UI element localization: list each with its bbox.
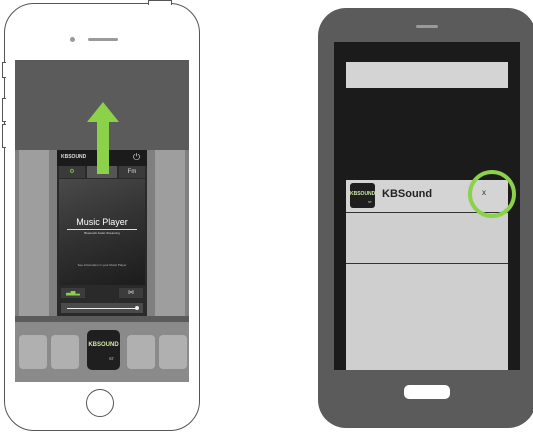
android-home-button[interactable]: [404, 385, 450, 399]
iphone-home-button[interactable]: [86, 389, 114, 417]
iphone-power-button: [148, 0, 172, 5]
notification-header-bar: [346, 62, 508, 88]
equalizer-button[interactable]: ▃▅▂: [61, 288, 85, 298]
volume-track: [67, 308, 137, 309]
notification-title: KBSound: [382, 188, 433, 200]
music-player-title: Music Player: [76, 217, 128, 227]
app-icon-sub: ST: [109, 356, 115, 361]
dock-app-4[interactable]: [127, 335, 155, 369]
iphone-screen: KBSOUND ⏻ ⚙ Fm Music Player Bluetooth Au…: [15, 60, 189, 382]
swipe-up-arrow-icon: [87, 102, 119, 122]
iphone-volume-down: [2, 124, 6, 148]
notification-icon-label: KBSOUND: [350, 191, 375, 197]
app-card-right[interactable]: [155, 150, 185, 316]
notification-icon-sub: ST: [368, 200, 372, 204]
close-button-highlight-circle: [468, 170, 516, 218]
app-card-left[interactable]: [19, 150, 49, 316]
notification-panel-3: [346, 264, 508, 370]
tab-settings[interactable]: ⚙: [59, 166, 85, 178]
dock-app-1[interactable]: [19, 335, 47, 369]
tab-fm[interactable]: Fm: [119, 166, 145, 178]
shuffle-button[interactable]: ⋈: [119, 288, 143, 298]
iphone-camera: [70, 37, 75, 42]
notification-panel-2: [346, 213, 508, 263]
shuffle-icon: ⋈: [128, 290, 134, 296]
music-player-controls: ▃▅▂ ⋈: [57, 288, 147, 300]
music-player-description: See information in your Music Player: [77, 263, 127, 267]
title-divider: [67, 229, 137, 230]
music-player-app-card[interactable]: KBSOUND ⏻ ⚙ Fm Music Player Bluetooth Au…: [57, 150, 147, 316]
app-icon-label: KBSOUND: [88, 342, 119, 348]
kbsound-logo: KBSOUND: [61, 154, 87, 160]
swipe-up-arrow-shaft: [97, 118, 109, 174]
android-speaker: [416, 25, 438, 28]
kbsound-notification-icon: KBSOUND ST: [350, 183, 375, 208]
iphone-mute-switch: [2, 62, 6, 78]
equalizer-icon: ▃▅▂: [66, 290, 80, 296]
music-player-body: Music Player Bluetooth Audio Streaming S…: [59, 179, 145, 285]
music-player-subtitle: Bluetooth Audio Streaming: [84, 231, 120, 235]
volume-slider[interactable]: [61, 303, 143, 313]
iphone-speaker: [88, 38, 118, 41]
gear-icon: ⚙: [69, 169, 75, 175]
kbsound-app-icon[interactable]: KBSOUND ST: [87, 330, 120, 370]
volume-knob[interactable]: [135, 306, 139, 310]
power-icon[interactable]: ⏻: [133, 152, 140, 163]
dock-app-5[interactable]: [159, 335, 187, 369]
dock-app-2[interactable]: [51, 335, 79, 369]
iphone-volume-up: [2, 98, 6, 122]
